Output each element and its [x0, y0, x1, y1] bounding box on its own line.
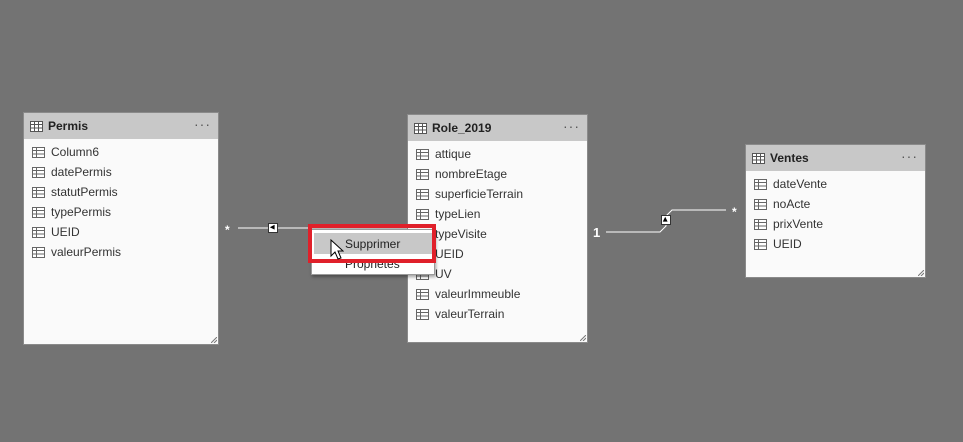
field-label: valeurPermis — [51, 245, 122, 259]
field-label: dateVente — [773, 177, 828, 191]
field-label: UV — [435, 267, 452, 281]
menu-item-supprimer[interactable]: Supprimer — [314, 233, 432, 254]
table-header-permis[interactable]: Permis ··· — [24, 113, 218, 139]
field-label: UEID — [435, 247, 464, 261]
field-label: Column6 — [51, 145, 100, 159]
field-label: valeurImmeuble — [435, 287, 521, 301]
table-icon — [414, 122, 427, 134]
field-item[interactable]: attique — [408, 144, 587, 164]
field-icon — [416, 208, 429, 220]
field-item[interactable]: datePermis — [24, 162, 218, 182]
field-item[interactable]: valeurTerrain — [408, 304, 587, 324]
field-icon — [754, 178, 767, 190]
field-icon — [32, 226, 45, 238]
model-diagram-canvas[interactable]: Permis ··· Column6 datePermis statutPerm… — [0, 0, 963, 442]
field-icon — [32, 206, 45, 218]
field-label: typePermis — [51, 205, 112, 219]
more-options-icon[interactable]: ··· — [901, 148, 918, 164]
field-item[interactable]: typePermis — [24, 202, 218, 222]
field-item[interactable]: statutPermis — [24, 182, 218, 202]
resize-handle-icon[interactable] — [918, 270, 924, 276]
field-label: nombreEtage — [435, 167, 508, 181]
field-label: UEID — [773, 237, 802, 251]
table-title: Ventes — [770, 151, 809, 165]
field-list-ventes: dateVente noActe prixVente UEID — [746, 171, 925, 254]
field-item[interactable]: superficieTerrain — [408, 184, 587, 204]
menu-item-proprietes[interactable]: Propriétés — [312, 254, 434, 274]
field-list-permis: Column6 datePermis statutPermis typePerm… — [24, 139, 218, 262]
table-title: Permis — [48, 119, 89, 133]
field-icon — [32, 246, 45, 258]
filter-direction-left-icon[interactable] — [268, 223, 278, 233]
field-item[interactable]: dateVente — [746, 174, 925, 194]
field-label: UEID — [51, 225, 80, 239]
field-label: valeurTerrain — [435, 307, 505, 321]
field-icon — [32, 146, 45, 158]
table-icon — [30, 120, 43, 132]
field-item[interactable]: Column6 — [24, 142, 218, 162]
field-icon — [754, 218, 767, 230]
field-label: superficieTerrain — [435, 187, 524, 201]
field-icon — [416, 308, 429, 320]
field-item[interactable]: prixVente — [746, 214, 925, 234]
table-card-ventes[interactable]: Ventes ··· dateVente noActe prixVente UE… — [745, 144, 926, 278]
cardinality-many-label: * — [225, 223, 230, 237]
field-label: statutPermis — [51, 185, 118, 199]
field-label: typeVisite — [435, 227, 487, 241]
context-menu: Supprimer Propriétés — [311, 229, 435, 275]
field-item[interactable]: typeLien — [408, 204, 587, 224]
resize-handle-icon[interactable] — [211, 337, 217, 343]
field-item[interactable]: valeurPermis — [24, 242, 218, 262]
field-icon — [32, 186, 45, 198]
field-label: typeLien — [435, 207, 481, 221]
table-header-role-2019[interactable]: Role_2019 ··· — [408, 115, 587, 141]
field-item[interactable]: UEID — [746, 234, 925, 254]
table-header-ventes[interactable]: Ventes ··· — [746, 145, 925, 171]
field-icon — [416, 168, 429, 180]
field-label: attique — [435, 147, 472, 161]
more-options-icon[interactable]: ··· — [194, 116, 211, 132]
field-item[interactable]: nombreEtage — [408, 164, 587, 184]
cardinality-many-label: * — [732, 205, 737, 219]
cardinality-one-label: 1 — [593, 225, 601, 240]
table-title: Role_2019 — [432, 121, 492, 135]
table-icon — [752, 152, 765, 164]
field-label: noActe — [773, 197, 811, 211]
table-card-permis[interactable]: Permis ··· Column6 datePermis statutPerm… — [23, 112, 219, 345]
field-icon — [416, 188, 429, 200]
field-label: prixVente — [773, 217, 824, 231]
field-icon — [416, 288, 429, 300]
more-options-icon[interactable]: ··· — [563, 118, 580, 134]
field-item[interactable]: valeurImmeuble — [408, 284, 587, 304]
filter-direction-up-icon[interactable] — [661, 215, 671, 225]
resize-handle-icon[interactable] — [580, 335, 586, 341]
field-label: datePermis — [51, 165, 112, 179]
field-icon — [416, 148, 429, 160]
field-icon — [32, 166, 45, 178]
field-icon — [754, 198, 767, 210]
field-icon — [754, 238, 767, 250]
field-item[interactable]: UEID — [24, 222, 218, 242]
field-item[interactable]: noActe — [746, 194, 925, 214]
